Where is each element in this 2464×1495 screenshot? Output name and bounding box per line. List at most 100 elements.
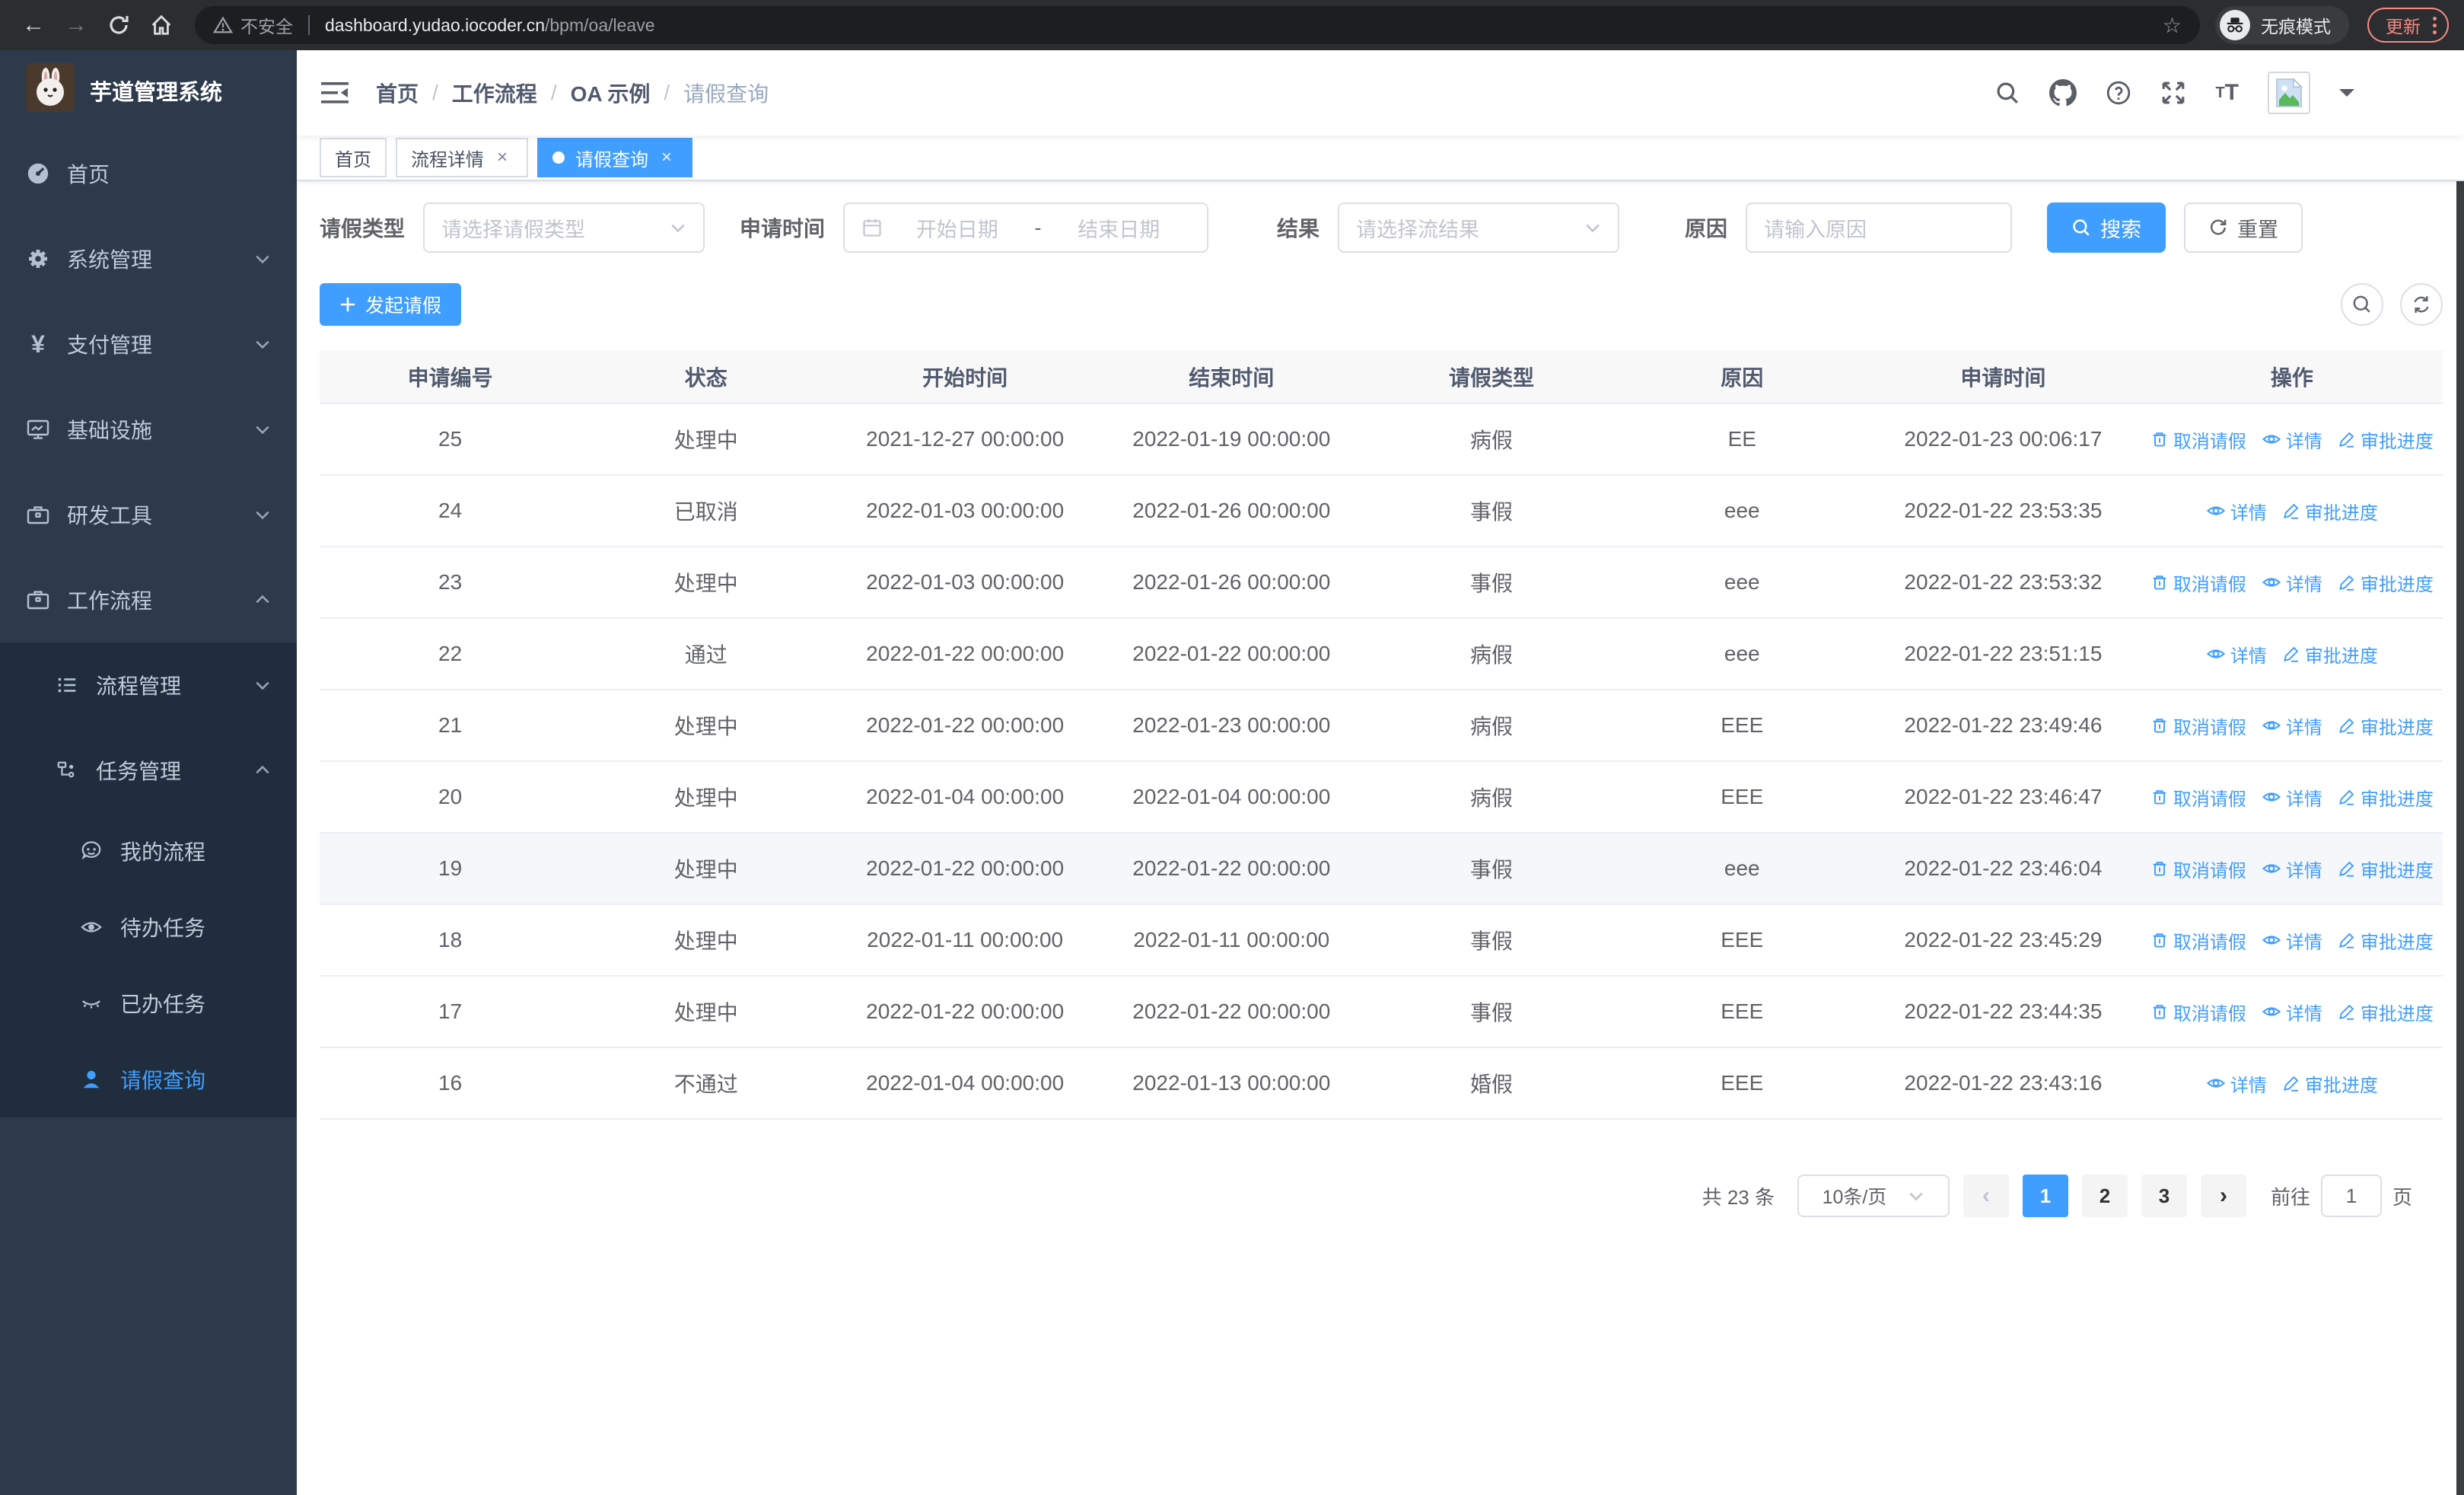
help-icon[interactable]: [2106, 80, 2131, 106]
font-size-icon[interactable]: TT: [2215, 80, 2239, 106]
action-progress-link[interactable]: 审批进度: [2338, 712, 2434, 739]
action-cancel-link[interactable]: 取消请假: [2150, 927, 2246, 954]
back-icon[interactable]: ←: [15, 7, 52, 43]
goto-page-input[interactable]: [2320, 1175, 2382, 1217]
table-row[interactable]: 18 处理中 2022-01-11 00:00:00 2022-01-11 00:00…: [320, 904, 2443, 977]
action-detail-link[interactable]: 详情: [2206, 641, 2267, 668]
forward-icon[interactable]: →: [58, 7, 94, 43]
action-progress-link[interactable]: 审批进度: [2338, 569, 2434, 596]
action-cancel-link[interactable]: 取消请假: [2150, 426, 2246, 453]
table-row[interactable]: 16 不通过 2022-01-04 00:00:00 2022-01-13 00:00…: [320, 1047, 2443, 1120]
action-cancel-link[interactable]: 取消请假: [2150, 569, 2246, 596]
action-detail-link[interactable]: 详情: [2262, 426, 2322, 453]
cell-type: 病假: [1364, 690, 1619, 762]
action-cancel-link[interactable]: 取消请假: [2150, 712, 2246, 739]
hamburger-icon[interactable]: [321, 81, 349, 105]
security-warning[interactable]: 不安全: [213, 12, 293, 38]
table-row[interactable]: 17 处理中 2022-01-22 00:00:00 2022-01-22 00:00…: [320, 976, 2443, 1048]
sidebar-item-my-process[interactable]: 我的流程: [0, 813, 297, 889]
cell-end: 2022-01-19 00:00:00: [1098, 403, 1364, 476]
action-progress-link[interactable]: 审批进度: [2282, 641, 2378, 668]
action-progress-link[interactable]: 审批进度: [2338, 784, 2434, 811]
table-row[interactable]: 19 处理中 2022-01-22 00:00:00 2022-01-22 00:00…: [320, 833, 2443, 905]
browser-menu-icon[interactable]: [2433, 16, 2437, 34]
breadcrumb-workflow[interactable]: 工作流程: [452, 78, 537, 108]
action-detail-link[interactable]: 详情: [2262, 856, 2322, 882]
active-dot: [552, 151, 565, 164]
page-button-3[interactable]: 3: [2141, 1175, 2187, 1217]
next-page-button[interactable]: ›: [2200, 1175, 2246, 1217]
avatar[interactable]: [2268, 72, 2310, 114]
table-search-button[interactable]: [2341, 283, 2383, 326]
action-progress-link[interactable]: 审批进度: [2282, 498, 2378, 524]
table-row[interactable]: 25 处理中 2021-12-27 00:00:00 2022-01-19 00:00…: [320, 403, 2443, 476]
create-leave-button[interactable]: 发起请假: [320, 283, 462, 326]
bookmark-star-icon[interactable]: ☆: [2163, 13, 2182, 38]
action-detail-link[interactable]: 详情: [2206, 1070, 2267, 1097]
table-row[interactable]: 23 处理中 2022-01-03 00:00:00 2022-01-26 00:00…: [320, 547, 2443, 619]
table-row[interactable]: 24 已取消 2022-01-03 00:00:00 2022-01-26 00:00…: [320, 475, 2443, 547]
cell-type: 病假: [1364, 403, 1619, 476]
table-row[interactable]: 20 处理中 2022-01-04 00:00:00 2022-01-04 00:00…: [320, 761, 2443, 834]
action-progress-link[interactable]: 审批进度: [2338, 856, 2434, 882]
action-cancel-link[interactable]: 取消请假: [2150, 856, 2246, 882]
action-detail-link[interactable]: 详情: [2206, 498, 2267, 524]
action-detail-link[interactable]: 详情: [2262, 927, 2322, 954]
reload-icon[interactable]: [100, 7, 137, 43]
github-icon[interactable]: [2049, 79, 2077, 107]
action-detail-link[interactable]: 详情: [2262, 999, 2322, 1025]
content: 请假类型 请选择请假类型 申请时间 开始日期 - 结束日期 结果 请选择流结果 …: [297, 181, 2464, 1495]
fullscreen-icon[interactable]: [2160, 80, 2186, 106]
sidebar-item-done-tasks[interactable]: 已办任务: [0, 965, 297, 1041]
close-icon[interactable]: ×: [656, 147, 677, 168]
apply-time-range-picker[interactable]: 开始日期 - 结束日期: [843, 202, 1209, 253]
chevron-down-icon[interactable]: [2339, 89, 2354, 104]
update-button[interactable]: 更新: [2367, 8, 2449, 43]
sidebar-item-home[interactable]: 首页: [0, 131, 297, 216]
address-bar[interactable]: 不安全 dashboard.yudao.iocoder.cn/bpm/oa/le…: [195, 6, 2200, 44]
reset-button[interactable]: 重置: [2184, 202, 2303, 253]
sidebar-item-task-mgmt[interactable]: 任务管理: [0, 728, 297, 813]
leave-type-select[interactable]: 请选择请假类型: [423, 202, 705, 253]
search-icon[interactable]: [1994, 80, 2020, 106]
action-cancel-link[interactable]: 取消请假: [2150, 784, 2246, 811]
close-icon[interactable]: ×: [492, 147, 513, 168]
page-button-1[interactable]: 1: [2022, 1175, 2068, 1217]
table-row[interactable]: 21 处理中 2022-01-22 00:00:00 2022-01-23 00:00…: [320, 690, 2443, 762]
tag-home[interactable]: 首页: [320, 138, 387, 177]
breadcrumb-oa[interactable]: OA 示例: [571, 78, 651, 108]
breadcrumb-home[interactable]: 首页: [376, 78, 419, 108]
sidebar-item-todo-tasks[interactable]: 待办任务: [0, 889, 297, 965]
action-cancel-link[interactable]: 取消请假: [2150, 999, 2246, 1025]
table-row[interactable]: 22 通过 2022-01-22 00:00:00 2022-01-22 00:00:…: [320, 618, 2443, 690]
action-progress-link[interactable]: 审批进度: [2338, 927, 2434, 954]
tag-process-detail[interactable]: 流程详情 ×: [396, 138, 528, 177]
window-scrollbar[interactable]: [2456, 50, 2464, 1495]
sidebar-item-process-mgmt[interactable]: 流程管理: [0, 642, 297, 728]
search-button[interactable]: 搜索: [2047, 202, 2166, 253]
sidebar-item-workflow[interactable]: 工作流程: [0, 557, 297, 642]
page-size-select[interactable]: 10条/页: [1797, 1175, 1950, 1217]
action-label: 详情: [2285, 574, 2322, 595]
sidebar-item-devtools[interactable]: 研发工具: [0, 472, 297, 557]
action-detail-link[interactable]: 详情: [2262, 569, 2322, 596]
home-icon[interactable]: [143, 7, 180, 43]
cell-id: 25: [320, 403, 581, 476]
eye-icon: [2206, 649, 2226, 658]
sidebar-item-pay[interactable]: ¥ 支付管理: [0, 301, 297, 387]
action-progress-link[interactable]: 审批进度: [2282, 1070, 2378, 1097]
prev-page-button[interactable]: ‹: [1963, 1175, 2009, 1217]
logo-row[interactable]: 芋道管理系统: [0, 50, 297, 131]
action-detail-link[interactable]: 详情: [2262, 712, 2322, 739]
sidebar-item-system[interactable]: 系统管理: [0, 216, 297, 301]
reason-input[interactable]: 请输入原因: [1746, 202, 2013, 253]
action-detail-link[interactable]: 详情: [2262, 784, 2322, 811]
action-progress-link[interactable]: 审批进度: [2338, 426, 2434, 453]
sidebar-item-leave-query[interactable]: 请假查询: [0, 1041, 297, 1117]
result-select[interactable]: 请选择流结果: [1338, 202, 1620, 253]
action-progress-link[interactable]: 审批进度: [2338, 999, 2434, 1025]
table-refresh-button[interactable]: [2400, 283, 2443, 326]
page-button-2[interactable]: 2: [2081, 1175, 2128, 1217]
tag-leave-query[interactable]: 请假查询 ×: [537, 138, 692, 177]
sidebar-item-infra[interactable]: 基础设施: [0, 387, 297, 472]
